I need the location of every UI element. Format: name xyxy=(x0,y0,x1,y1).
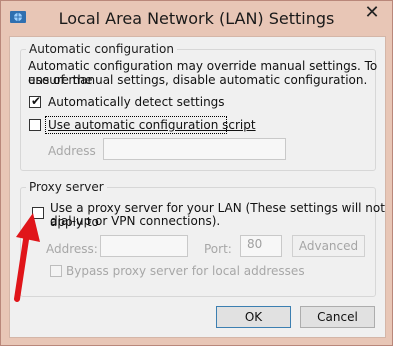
automatic-configuration-legend: Automatic configuration xyxy=(29,42,174,56)
port-label: Port: xyxy=(204,242,232,256)
proxy-address-input[interactable] xyxy=(100,235,188,257)
script-address-input[interactable] xyxy=(103,138,286,160)
bypass-local-checkbox[interactable] xyxy=(50,265,62,277)
script-address-label: Address xyxy=(48,144,96,158)
proxy-address-label: Address: xyxy=(46,242,98,256)
window-title: Local Area Network (LAN) Settings xyxy=(58,9,335,28)
use-script-checkbox[interactable] xyxy=(29,119,41,131)
checkmark-icon: ✔ xyxy=(31,94,42,108)
bypass-local-label[interactable]: Bypass proxy server for local addresses xyxy=(66,264,305,278)
focus-rectangle xyxy=(45,116,227,134)
port-input[interactable]: 80 xyxy=(240,235,282,257)
title-bar[interactable]: Local Area Network (LAN) Settings ✕ xyxy=(1,1,392,35)
port-value: 80 xyxy=(247,237,263,251)
cancel-button[interactable]: Cancel xyxy=(300,306,375,328)
auto-detect-label[interactable]: Automatically detect settings xyxy=(48,95,225,109)
ok-button[interactable]: OK xyxy=(216,306,291,328)
use-proxy-label-line2[interactable]: dial-up or VPN connections). xyxy=(50,214,220,228)
auto-detect-checkbox[interactable]: ✔ xyxy=(29,94,42,108)
red-arrow-annotation xyxy=(14,213,40,302)
lan-settings-dialog: Local Area Network (LAN) Settings ✕ Auto… xyxy=(0,0,393,346)
advanced-button[interactable]: Advanced xyxy=(292,235,365,257)
auto-config-description-line2: use of manual settings, disable automati… xyxy=(28,73,368,87)
proxy-server-legend: Proxy server xyxy=(29,180,104,194)
close-button[interactable]: ✕ xyxy=(358,2,386,24)
dialog-content: Automatic configuration Automatic config… xyxy=(9,36,386,338)
